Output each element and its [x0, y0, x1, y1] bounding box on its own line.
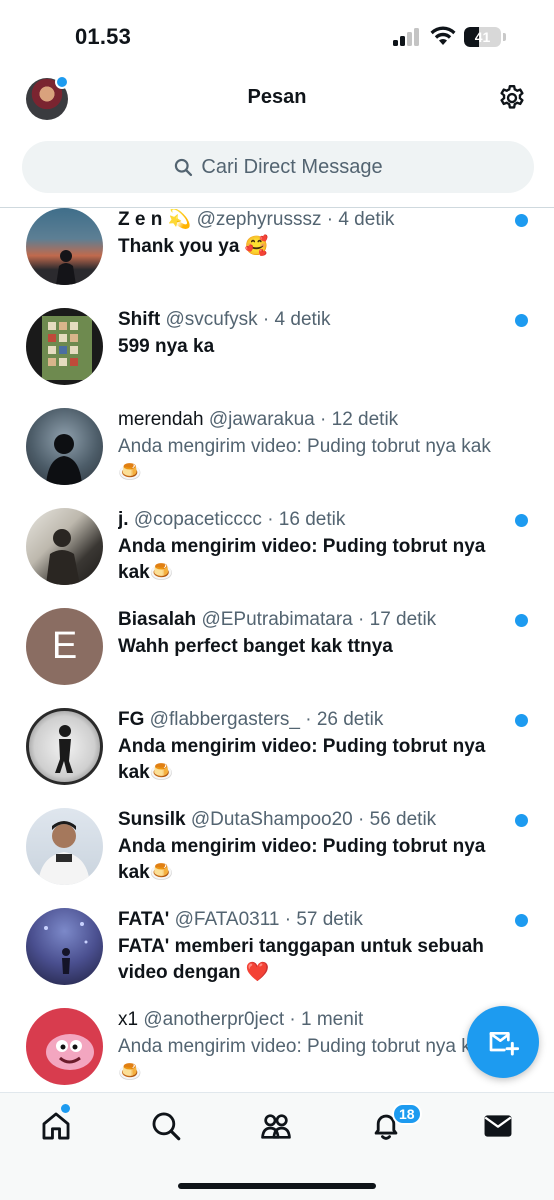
battery-level: 41	[474, 29, 491, 45]
communities-icon[interactable]	[259, 1109, 293, 1143]
unread-indicator	[515, 914, 528, 927]
message-time: · 56 detik	[358, 809, 437, 830]
conversation-row[interactable]: E Biasalah @EPutrabimatara · 17 detik Wa…	[0, 598, 554, 698]
unread-indicator	[515, 614, 528, 627]
new-message-button[interactable]	[467, 1006, 539, 1078]
sender-name: FG	[118, 709, 145, 730]
page-title: Pesan	[247, 86, 307, 108]
sender-name: Biasalah	[118, 609, 197, 630]
conversation-meta: j. @copaceticccc · 16 detik	[118, 509, 494, 531]
message-preview: Anda mengirim video: Puding tobrut nya k…	[118, 536, 486, 583]
home-icon[interactable]	[39, 1109, 73, 1143]
conversation-row[interactable]: merendah @jawarakua · 12 detik Anda meng…	[0, 398, 554, 498]
conversation-row[interactable]: FATA' @FATA0311 · 57 detik FATA' memberi…	[0, 898, 554, 998]
message-time: · 57 detik	[284, 909, 363, 930]
conversation-meta: Z e n 💫 @zephyrusssz · 4 detik	[118, 209, 494, 231]
message-time: · 4 detik	[262, 309, 331, 330]
gear-icon[interactable]	[497, 83, 527, 113]
search-icon[interactable]	[149, 1109, 183, 1143]
avatar[interactable]	[26, 708, 103, 785]
conversation-meta: Sunsilk @DutaShampoo20 · 56 detik	[118, 809, 494, 831]
unread-indicator	[515, 714, 528, 727]
unread-indicator	[515, 214, 528, 227]
avatar[interactable]	[26, 1008, 103, 1085]
sender-handle: @flabbergasters_	[149, 709, 300, 730]
new-message-icon	[489, 1032, 519, 1056]
message-preview: Wahh perfect banget kak ttnya	[118, 636, 393, 657]
message-preview: FATA' memberi tanggapan untuk sebuah vid…	[118, 936, 484, 983]
sender-handle: @svcufysk	[165, 309, 258, 330]
message-preview: 599 nya ka	[118, 336, 215, 357]
notification-badge: 18	[392, 1103, 422, 1125]
sender-handle: @anotherpr0ject	[143, 1009, 285, 1030]
sender-name: Shift	[118, 309, 161, 330]
message-preview: Thank you ya 🥰	[118, 236, 269, 257]
unread-indicator	[515, 514, 528, 527]
unread-indicator	[515, 814, 528, 827]
search-placeholder: Cari Direct Message	[201, 155, 383, 178]
avatar[interactable]	[26, 408, 103, 485]
avatar[interactable]	[26, 508, 103, 585]
message-time: · 12 detik	[320, 409, 399, 430]
avatar[interactable]	[26, 308, 103, 385]
conversation-meta: FG @flabbergasters_ · 26 detik	[118, 709, 494, 731]
message-time: · 16 detik	[267, 509, 346, 530]
search-icon	[175, 158, 193, 177]
message-preview: Anda mengirim video: Puding tobrut nya k…	[118, 736, 486, 783]
home-notification-dot	[61, 1104, 70, 1113]
conversation-meta: x1 @anotherpr0ject · 1 menit	[118, 1009, 494, 1031]
message-preview: Anda mengirim video: Puding tobrut nya k…	[118, 1036, 491, 1083]
sender-handle: @EPutrabimatara	[201, 609, 353, 630]
search-input[interactable]: Cari Direct Message	[22, 141, 534, 193]
conversation-row[interactable]: Sunsilk @DutaShampoo20 · 56 detik Anda m…	[0, 798, 554, 898]
message-time: · 1 menit	[289, 1009, 364, 1030]
conversation-meta: Biasalah @EPutrabimatara · 17 detik	[118, 609, 494, 631]
header: Pesan	[0, 75, 554, 136]
message-preview: Anda mengirim video: Puding tobrut nya k…	[118, 836, 486, 883]
avatar-initial: E	[26, 608, 103, 685]
mail-icon[interactable]	[481, 1109, 515, 1143]
conversation-meta: Shift @svcufysk · 4 detik	[118, 309, 494, 331]
conversation-meta: FATA' @FATA0311 · 57 detik	[118, 909, 494, 931]
avatar[interactable]	[26, 208, 103, 285]
sender-handle: @copaceticccc	[133, 509, 262, 530]
status-time: 01.53	[75, 24, 132, 49]
battery-icon: 41	[464, 27, 506, 47]
wifi-icon	[430, 26, 456, 45]
sender-name: merendah	[118, 409, 204, 430]
message-preview: Anda mengirim video: Puding tobrut nya k…	[118, 436, 491, 483]
avatar[interactable]	[26, 908, 103, 985]
avatar[interactable]: E	[26, 608, 103, 685]
conversation-list[interactable]: Z e n 💫 @zephyrusssz · 4 detik Thank you…	[0, 208, 554, 1092]
conversation-row[interactable]: FG @flabbergasters_ · 26 detik Anda meng…	[0, 698, 554, 798]
sender-name: Sunsilk	[118, 809, 186, 830]
sender-handle: @DutaShampoo20	[190, 809, 353, 830]
unread-indicator	[515, 314, 528, 327]
home-indicator[interactable]	[178, 1183, 376, 1189]
conversation-row[interactable]: j. @copaceticccc · 16 detik Anda mengiri…	[0, 498, 554, 598]
conversation-row[interactable]: Z e n 💫 @zephyrusssz · 4 detik Thank you…	[0, 208, 554, 298]
message-time: · 26 detik	[305, 709, 384, 730]
avatar[interactable]	[26, 808, 103, 885]
status-bar: 01.53 41	[0, 0, 554, 76]
sender-name: Z e n 💫	[118, 209, 192, 230]
sender-handle: @zephyrusssz	[196, 209, 322, 230]
conversation-row[interactable]: Shift @svcufysk · 4 detik 599 nya ka	[0, 298, 554, 398]
sender-name: j.	[118, 509, 129, 530]
conversation-meta: merendah @jawarakua · 12 detik	[118, 409, 494, 431]
sender-handle: @jawarakua	[208, 409, 315, 430]
message-time: · 4 detik	[326, 209, 395, 230]
message-time: · 17 detik	[358, 609, 437, 630]
sender-name: x1	[118, 1009, 139, 1030]
cellular-signal-icon	[393, 28, 423, 46]
sender-name: FATA'	[118, 909, 170, 930]
sender-handle: @FATA0311	[174, 909, 280, 930]
